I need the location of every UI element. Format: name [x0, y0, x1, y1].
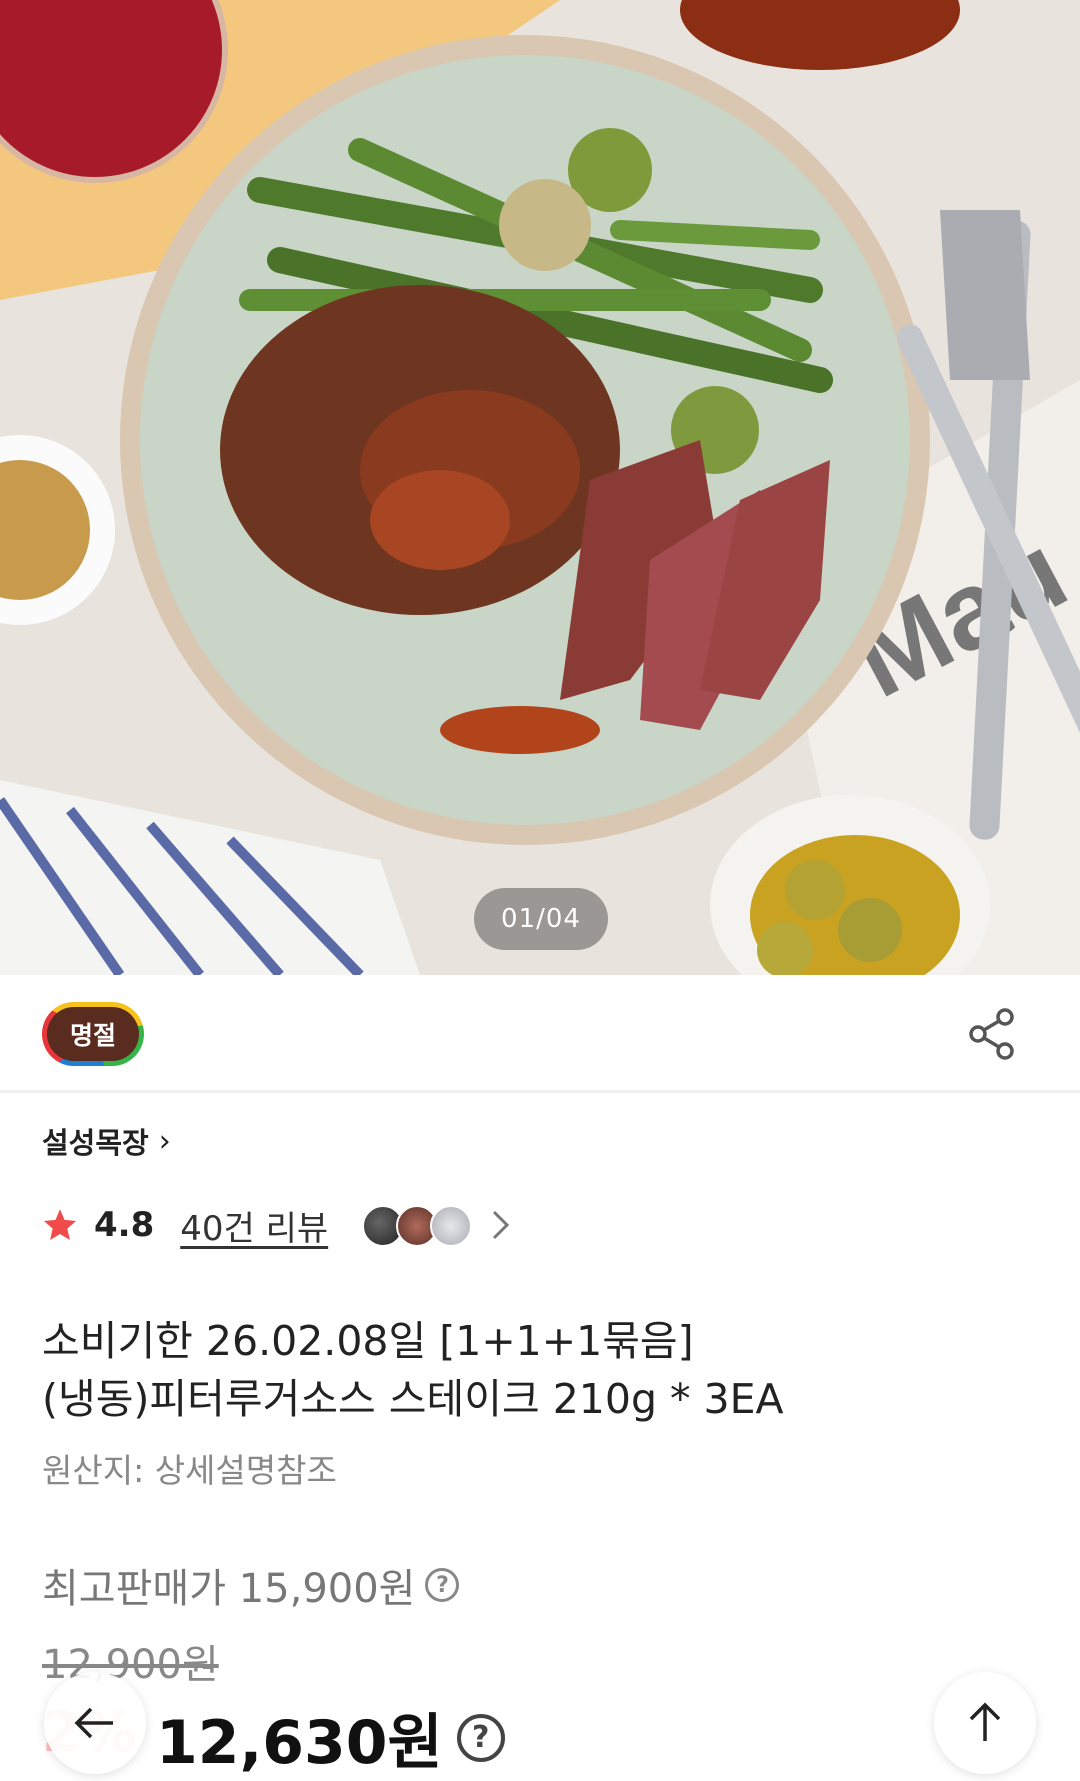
- review-thumb: [430, 1205, 473, 1247]
- review-photo-thumbnails[interactable]: [362, 1203, 474, 1247]
- arrow-left-icon: [74, 1707, 113, 1739]
- chevron-right-icon: ›: [158, 1123, 171, 1159]
- seller-name: 설성목장: [42, 1126, 149, 1160]
- final-price-row: 12,630원 ?: [156, 1694, 505, 1781]
- product-title: 소비기한 26.02.08일 [1+1+1묶음] (냉동)피터루거소스 스테이크…: [42, 1312, 1042, 1428]
- back-button[interactable]: [44, 1672, 146, 1774]
- holiday-badge: 명절: [42, 1002, 144, 1066]
- highest-price-row: 최고판매가 15,900원 ?: [42, 1556, 460, 1614]
- origin-info: 원산지: 상세설명참조: [42, 1451, 337, 1490]
- help-icon[interactable]: ?: [456, 1713, 505, 1762]
- scroll-top-button[interactable]: [934, 1672, 1036, 1774]
- seller-link[interactable]: 설성목장 ›: [42, 1120, 171, 1162]
- review-count-link[interactable]: 40건 리뷰: [180, 1201, 328, 1250]
- product-photo: Mau: [0, 0, 1080, 975]
- product-title-line: (냉동)피터루거소스 스테이크 210g * 3EA: [42, 1375, 784, 1423]
- badge-row: 명절: [0, 975, 1080, 1093]
- share-button[interactable]: [965, 1006, 1021, 1062]
- rating-row: 4.8 40건 리뷰: [42, 1200, 512, 1250]
- arrow-up-icon: [969, 1702, 1001, 1741]
- share-icon: [969, 1008, 1014, 1060]
- chevron-right-icon[interactable]: [490, 1208, 512, 1242]
- product-title-line: 소비기한 26.02.08일 [1+1+1묶음]: [42, 1317, 694, 1365]
- help-icon[interactable]: ?: [425, 1568, 460, 1602]
- image-counter: 01/04: [474, 888, 608, 950]
- highest-price: 최고판매가 15,900원: [42, 1566, 416, 1612]
- star-icon: [43, 1209, 77, 1240]
- final-price: 12,630원: [156, 1708, 443, 1778]
- product-image-gallery[interactable]: Mau 01/04: [0, 0, 1080, 975]
- rating-score: 4.8: [94, 1205, 155, 1245]
- holiday-badge-label: 명절: [47, 1007, 139, 1061]
